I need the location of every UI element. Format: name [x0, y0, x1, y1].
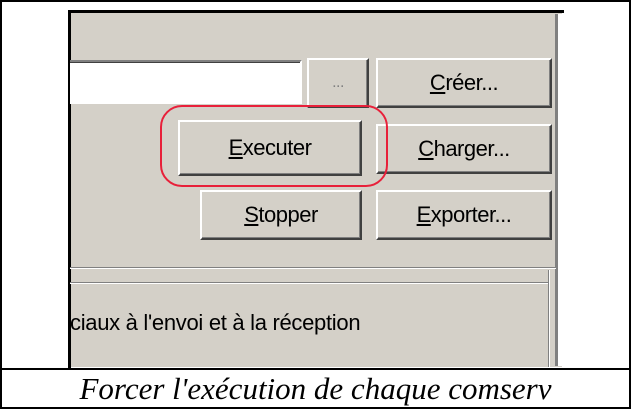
- stopper-label-rest: topper: [258, 202, 318, 227]
- charger-label-rest: harger...: [433, 136, 511, 161]
- figure-frame: ... Créer... Executer Charger... Stopper…: [0, 0, 631, 409]
- browse-button[interactable]: ...: [307, 58, 369, 108]
- figure-caption: Forcer l'exécution de chaque comserv: [79, 371, 552, 406]
- stopper-button[interactable]: Stopper: [200, 190, 362, 240]
- stopper-button-label: Stopper: [244, 202, 318, 228]
- groupbox-top-edge-highlight: [70, 283, 548, 284]
- groupbox-right-edge-highlight: [549, 270, 550, 367]
- executer-button-label: Executer: [229, 135, 312, 161]
- path-input[interactable]: [70, 62, 300, 102]
- creer-label-rest: réer...: [445, 70, 499, 95]
- exporter-label-rest: xporter...: [430, 202, 512, 227]
- charger-button[interactable]: Charger...: [376, 124, 552, 174]
- exporter-mnemonic: E: [416, 202, 432, 227]
- path-field[interactable]: [70, 60, 302, 104]
- exporter-button-label: Exporter...: [417, 202, 512, 228]
- option-label: ciaux à l'envoi et à la réception: [70, 310, 361, 335]
- dialog-right-highlight: [558, 14, 562, 366]
- charger-mnemonic: C: [418, 136, 434, 161]
- frame-left-border: [0, 0, 2, 409]
- browse-button-label: ...: [332, 74, 344, 91]
- charger-button-label: Charger...: [418, 136, 510, 162]
- executer-mnemonic: E: [228, 135, 244, 160]
- frame-top-border: [0, 0, 631, 2]
- executer-label-rest: xecuter: [242, 135, 312, 160]
- creer-button-label: Créer...: [429, 70, 499, 96]
- creer-button[interactable]: Créer...: [376, 58, 552, 108]
- exporter-button[interactable]: Exporter...: [376, 190, 552, 240]
- group-separator-highlight: [70, 268, 556, 269]
- creer-mnemonic: C: [429, 70, 446, 95]
- executer-button[interactable]: Executer: [178, 120, 362, 176]
- stopper-mnemonic: S: [244, 202, 259, 227]
- dialog-top-edge: [70, 10, 564, 13]
